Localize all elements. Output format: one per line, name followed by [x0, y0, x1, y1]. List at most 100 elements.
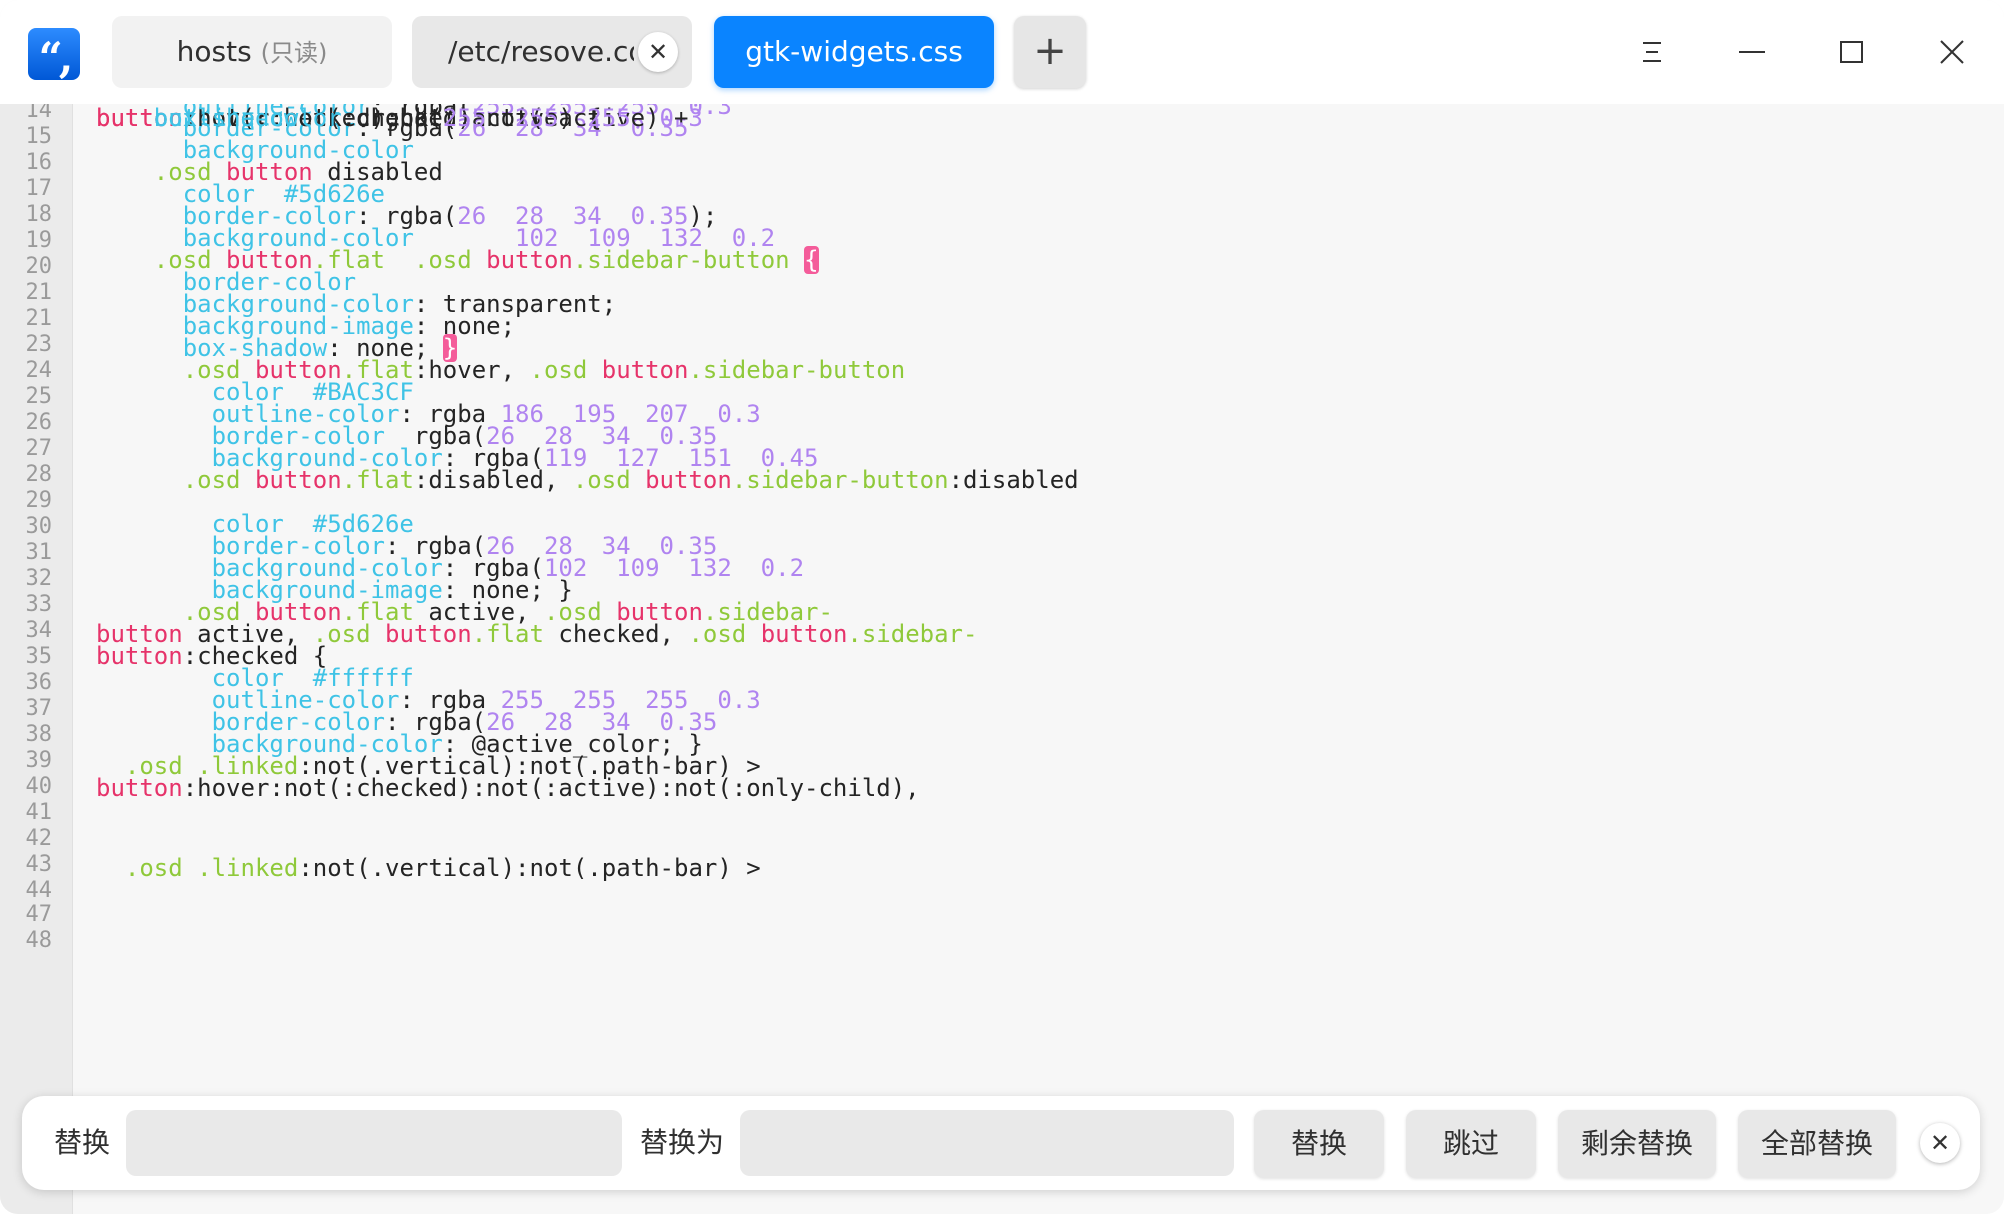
- line-number: 34: [25, 618, 53, 643]
- matched-brace: {: [804, 246, 819, 274]
- line-number: 24: [25, 358, 53, 383]
- line-number: 28: [25, 462, 53, 487]
- replace-button[interactable]: 替换: [1254, 1110, 1384, 1178]
- line-number: 16: [25, 150, 53, 175]
- tab-close-icon[interactable]: ✕: [638, 32, 678, 72]
- line-number: 23: [25, 332, 53, 357]
- code-token: .osd: [529, 356, 588, 384]
- tab-hosts[interactable]: hosts (只读): [112, 16, 392, 88]
- code-token: .osd: [182, 466, 241, 494]
- line-number: 44: [25, 878, 53, 903]
- replace-with-label: 替换为: [640, 1126, 725, 1159]
- line-number: 27: [25, 436, 53, 461]
- tab-resolv-conf[interactable]: /etc/resove.co... ✕: [412, 16, 692, 88]
- line-number: 40: [25, 774, 53, 799]
- line-number: 31: [25, 540, 53, 565]
- add-tab-button[interactable]: +: [1014, 16, 1086, 88]
- menu-icon[interactable]: [1622, 22, 1682, 82]
- code-token: button: [486, 246, 573, 274]
- maximize-icon[interactable]: [1822, 22, 1882, 82]
- code-token: .sidebar-button: [731, 466, 949, 494]
- code-token: .osd: [572, 466, 631, 494]
- close-replace-bar-icon[interactable]: ✕: [1920, 1123, 1960, 1163]
- line-number: 36: [25, 670, 53, 695]
- replace-all-button[interactable]: 全部替换: [1738, 1110, 1896, 1178]
- code-token: .sidebar-: [847, 620, 978, 648]
- line-number: 26: [25, 410, 53, 435]
- line-number: 42: [25, 826, 53, 851]
- code-token: .flat: [471, 620, 544, 648]
- minimize-icon[interactable]: [1722, 22, 1782, 82]
- line-number: 39: [25, 748, 53, 773]
- tab-gtk-widgets-css[interactable]: gtk-widgets.css: [714, 16, 994, 88]
- code-token: button: [96, 774, 183, 802]
- code-token: .linked: [197, 854, 299, 882]
- replace-label: 替换: [54, 1126, 111, 1159]
- code-token: button: [760, 620, 848, 648]
- code-token: .sidebar-button: [572, 246, 790, 274]
- code-token: : rgba(: [341, 104, 443, 132]
- replace-bar: 替换 替换为 替换 跳过 剩余替换 全部替换 ✕: [22, 1096, 1980, 1190]
- code-token: .sidebar-button: [688, 356, 906, 384]
- line-number: 38: [25, 722, 53, 747]
- code-token: :hover:not(:checked):not(:active):not(:o…: [182, 774, 920, 802]
- replace-input[interactable]: [740, 1110, 1234, 1176]
- code-token: checked,: [543, 620, 689, 648]
- tab-label: gtk-widgets.css: [745, 35, 963, 68]
- code-token: outline-color: [153, 104, 342, 132]
- code-editor[interactable]: 14 15 16 17 18 19 20 21 21 23 24 25 26 27 28 29 30 31 32 33…: [0, 104, 2004, 1214]
- line-number-gutter: 14 15 16 17 18 19 20 21 21 23 24 25 26 27 28 29 30 31 32 33…: [0, 104, 73, 1214]
- code-line: button:hover:not(:checked):not(:active):…: [96, 774, 920, 802]
- code-token: 255 255 255 0.3: [442, 104, 703, 132]
- code-token: button: [601, 356, 689, 384]
- line-number: 43: [25, 852, 53, 877]
- code-token: :disabled,: [413, 466, 573, 494]
- line-number: 35: [25, 644, 53, 669]
- find-input[interactable]: [126, 1110, 622, 1176]
- line-number: 41: [25, 800, 53, 825]
- line-number: 29: [25, 488, 53, 513]
- line-number: 37: [25, 696, 53, 721]
- line-number: 20: [25, 254, 53, 279]
- line-number: 48: [25, 928, 53, 953]
- line-number: 17: [25, 176, 53, 201]
- editor-window: “, hosts (只读) /etc/resove.co... ✕ gtk-wi…: [0, 0, 2004, 1214]
- code-token: button: [385, 620, 472, 648]
- tab-label: /etc/resove.co...: [448, 35, 634, 68]
- replace-rest-button[interactable]: 剩余替换: [1558, 1110, 1716, 1178]
- code-token: .osd: [124, 854, 183, 882]
- code-line: .osd button.flat:disabled, .osd button.s…: [96, 466, 1079, 494]
- code-token: .osd: [413, 246, 472, 274]
- tab-label: hosts: [176, 35, 252, 68]
- line-number: 33: [25, 592, 53, 617]
- line-number: 32: [25, 566, 53, 591]
- close-icon[interactable]: [1922, 22, 1982, 82]
- app-icon: “,: [28, 28, 80, 82]
- code-token: .flat: [341, 466, 414, 494]
- line-number: 14: [25, 104, 53, 123]
- code-line: .osd .linked:not(.vertical):not(.path-ba…: [96, 854, 761, 882]
- code-token: :hover,: [413, 356, 530, 384]
- code-token: :not(.vertical):not(.path-bar) >: [298, 854, 761, 882]
- code-line: outline-color: rgba(255 255 255 0.3: [96, 104, 703, 132]
- code-token: button: [645, 466, 732, 494]
- skip-button[interactable]: 跳过: [1406, 1110, 1536, 1178]
- code-token: .osd: [688, 620, 747, 648]
- tab-readonly-suffix: (只读): [260, 39, 328, 67]
- line-number: 21: [25, 306, 53, 331]
- line-number: 47: [25, 902, 53, 927]
- line-number: 25: [25, 384, 53, 409]
- line-number: 21: [25, 280, 53, 305]
- line-number: 30: [25, 514, 53, 539]
- line-number: 15: [25, 124, 53, 149]
